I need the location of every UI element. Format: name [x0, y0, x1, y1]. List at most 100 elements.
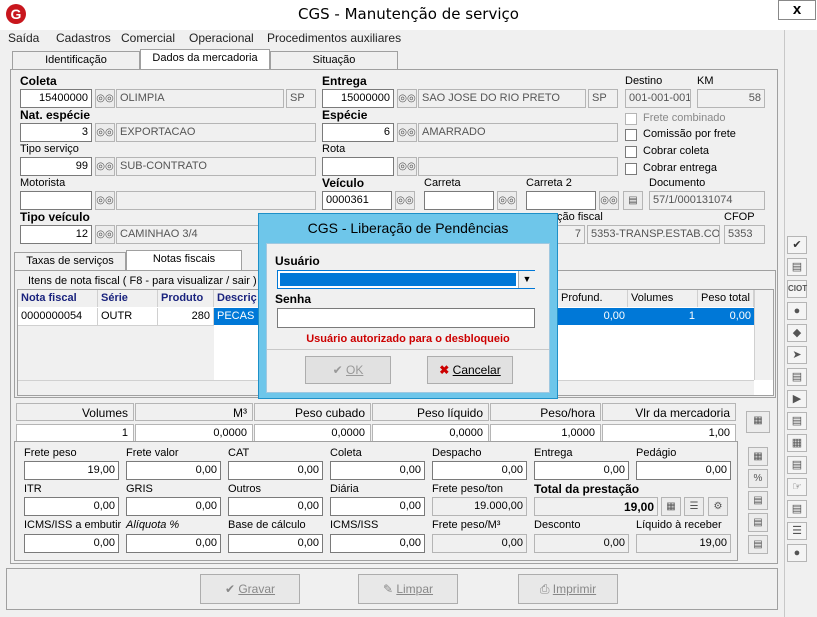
hand-icon[interactable]: ☞: [787, 478, 807, 496]
tab-situacao[interactable]: Situação: [270, 51, 398, 69]
close-button[interactable]: x: [778, 0, 816, 20]
gris-field[interactable]: 0,00: [126, 497, 221, 516]
cell-serie[interactable]: OUTR: [98, 308, 158, 325]
docs-icon[interactable]: ▤: [787, 368, 807, 386]
icms-iss-field[interactable]: 0,00: [330, 534, 425, 553]
menu-saida[interactable]: Saída: [8, 31, 39, 45]
nat-especie-field[interactable]: 3: [20, 123, 92, 142]
limpar-button[interactable]: ✎ Limpar: [358, 574, 458, 604]
truck-icon[interactable]: ▤: [787, 258, 807, 276]
col-volumes[interactable]: Volumes: [628, 290, 698, 307]
doc-icon[interactable]: ▤: [748, 535, 768, 554]
checkbox-cobrar-entrega[interactable]: [625, 163, 637, 175]
rota-field[interactable]: [322, 157, 394, 176]
entrega-calc-field[interactable]: 0,00: [534, 461, 629, 480]
menu-procedimentos[interactable]: Procedimentos auxiliares: [267, 31, 401, 45]
cell-descricao[interactable]: PECAS: [214, 308, 260, 325]
senha-field[interactable]: [277, 308, 535, 328]
circle-icon[interactable]: ●: [787, 302, 807, 320]
calculator-icon[interactable]: ▦: [746, 411, 770, 433]
binoculars-icon[interactable]: ◎◎: [95, 89, 115, 108]
binoculars-icon[interactable]: ◎◎: [397, 157, 417, 176]
diaria-field[interactable]: 0,00: [330, 497, 425, 516]
arrow-icon[interactable]: ➤: [787, 346, 807, 364]
binoculars-icon[interactable]: ◎◎: [95, 191, 115, 210]
menu-cadastros[interactable]: Cadastros: [56, 31, 111, 45]
truck-icon[interactable]: ▤: [623, 191, 643, 210]
calculator-icon[interactable]: ▦: [661, 497, 681, 516]
carreta-field[interactable]: [424, 191, 494, 210]
binoculars-icon[interactable]: ◎◎: [95, 157, 115, 176]
col-nota-fiscal[interactable]: Nota fiscal: [18, 290, 98, 307]
folder-icon[interactable]: ▤: [787, 412, 807, 430]
tab-notas-fiscais[interactable]: Notas fiscais: [126, 250, 242, 270]
checkbox-cobrar-coleta[interactable]: [625, 146, 637, 158]
gravar-button[interactable]: ✔ Gravar: [200, 574, 300, 604]
especie-field[interactable]: 6: [322, 123, 394, 142]
ciot-icon[interactable]: CIOT: [787, 280, 807, 298]
binoculars-icon[interactable]: ◎◎: [397, 123, 417, 142]
icms-embutir-field[interactable]: 0,00: [24, 534, 119, 553]
percent-icon[interactable]: %: [748, 469, 768, 488]
col-profund[interactable]: Profund.: [558, 290, 628, 307]
cell-volumes[interactable]: 1: [628, 308, 698, 325]
binoculars-icon[interactable]: ◎◎: [95, 225, 115, 244]
binoculars-icon[interactable]: ◎◎: [497, 191, 517, 210]
tab-identificacao[interactable]: Identificação: [12, 51, 140, 69]
binoculars-icon[interactable]: ◎◎: [599, 191, 619, 210]
cell-profund[interactable]: 0,00: [558, 308, 628, 325]
carreta2-field[interactable]: [526, 191, 596, 210]
col-peso-m3[interactable]: Peso total m3: [698, 290, 754, 307]
veiculo-field[interactable]: 0000361: [322, 191, 392, 210]
stack-icon[interactable]: ▤: [787, 456, 807, 474]
tag-icon[interactable]: ◆: [787, 324, 807, 342]
frete-peso-field[interactable]: 19,00: [24, 461, 119, 480]
book-icon[interactable]: ☰: [684, 497, 704, 516]
frete-valor-field[interactable]: 0,00: [126, 461, 221, 480]
cell-nota[interactable]: 0000000054: [18, 308, 98, 325]
base-calculo-field[interactable]: 0,00: [228, 534, 323, 553]
menu-operacional[interactable]: Operacional: [189, 31, 254, 45]
outros-field[interactable]: 0,00: [228, 497, 323, 516]
cancel-button[interactable]: ✖ Cancelar: [427, 356, 513, 384]
checkbox-comissao[interactable]: [625, 129, 637, 141]
checkbox-frete-combinado[interactable]: [625, 113, 637, 125]
cell-produto[interactable]: 280: [158, 308, 214, 325]
vertical-scrollbar[interactable]: [754, 290, 773, 380]
col-produto[interactable]: Produto: [158, 290, 214, 307]
tipo-servico-field[interactable]: 99: [20, 157, 92, 176]
coleta-calc-field[interactable]: 0,00: [330, 461, 425, 480]
box-icon[interactable]: ▦: [787, 434, 807, 452]
tab-taxas-servicos[interactable]: Taxas de serviços: [14, 252, 126, 270]
book-icon[interactable]: ▤: [787, 500, 807, 518]
chevron-down-icon[interactable]: ▼: [518, 271, 535, 288]
imprimir-button[interactable]: ⎙ Imprimir: [518, 574, 618, 604]
cell-peso-m3[interactable]: 0,00: [698, 308, 754, 325]
tipo-veiculo-field[interactable]: 12: [20, 225, 92, 244]
ok-button[interactable]: ✔ OK: [305, 356, 391, 384]
binoculars-icon[interactable]: ◎◎: [397, 89, 417, 108]
fish-icon[interactable]: ▶: [787, 390, 807, 408]
print-icon[interactable]: ▤: [748, 513, 768, 532]
entrega-field[interactable]: 15000000: [322, 89, 394, 108]
binoculars-icon[interactable]: ◎◎: [95, 123, 115, 142]
tab-dados-mercadoria[interactable]: Dados da mercadoria: [140, 49, 270, 69]
binoculars-icon[interactable]: ◎◎: [395, 191, 415, 210]
grid-icon[interactable]: ▦: [748, 447, 768, 466]
cat-field[interactable]: 0,00: [228, 461, 323, 480]
despacho-field[interactable]: 0,00: [432, 461, 527, 480]
coleta-field[interactable]: 15400000: [20, 89, 92, 108]
page-icon[interactable]: ▤: [748, 491, 768, 510]
motorista-field[interactable]: [20, 191, 92, 210]
pedagio-field[interactable]: 0,00: [636, 461, 731, 480]
tools-icon[interactable]: ⚙: [708, 497, 728, 516]
bug-icon[interactable]: ●: [787, 544, 807, 562]
col-descricao[interactable]: Descriç: [214, 290, 260, 307]
menu-comercial[interactable]: Comercial: [121, 31, 175, 45]
list-icon[interactable]: ☰: [787, 522, 807, 540]
usuario-select[interactable]: ▼: [277, 270, 535, 289]
aliquota-field[interactable]: 0,00: [126, 534, 221, 553]
itr-field[interactable]: 0,00: [24, 497, 119, 516]
check-icon[interactable]: ✔: [787, 236, 807, 254]
col-serie[interactable]: Série: [98, 290, 158, 307]
